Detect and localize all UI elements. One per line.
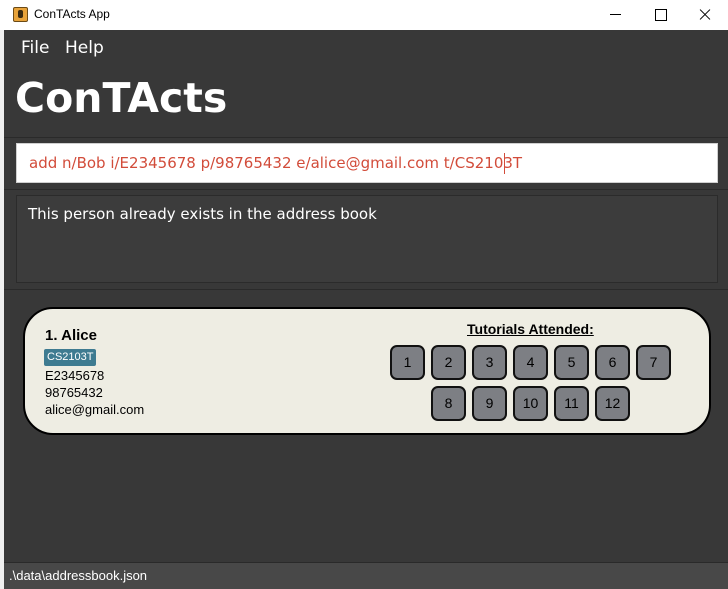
- window-title: ConTActs App: [34, 7, 110, 21]
- minimize-button[interactable]: [592, 0, 638, 30]
- tutorial-button-11[interactable]: 11: [554, 386, 589, 421]
- maximize-button[interactable]: [637, 0, 683, 30]
- app-icon: [13, 7, 28, 22]
- command-input[interactable]: [16, 143, 718, 183]
- person-name: 1. Alice: [45, 327, 97, 344]
- close-button[interactable]: [682, 0, 728, 30]
- tutorial-button-7[interactable]: 7: [636, 345, 671, 380]
- status-file-path: .\data\addressbook.json: [9, 568, 148, 583]
- tutorial-button-4[interactable]: 4: [513, 345, 548, 380]
- text-caret: [504, 153, 505, 174]
- tutorial-button-10[interactable]: 10: [513, 386, 548, 421]
- divider: [4, 189, 728, 190]
- tutorial-button-9[interactable]: 9: [472, 386, 507, 421]
- tutorial-button-2[interactable]: 2: [431, 345, 466, 380]
- tutorial-button-1[interactable]: 1: [390, 345, 425, 380]
- person-phone: 98765432: [45, 385, 103, 400]
- menu-help[interactable]: Help: [65, 38, 104, 58]
- tutorial-button-12[interactable]: 12: [595, 386, 630, 421]
- tutorial-button-3[interactable]: 3: [472, 345, 507, 380]
- divider: [4, 137, 728, 138]
- menu-bar: [4, 30, 728, 64]
- person-id: E2345678: [45, 368, 105, 383]
- tutorial-button-5[interactable]: 5: [554, 345, 589, 380]
- person-email: alice@gmail.com: [45, 402, 145, 417]
- result-message: This person already exists in the addres…: [28, 205, 377, 223]
- menu-file[interactable]: File: [21, 38, 49, 58]
- person-tag: CS2103T: [44, 349, 97, 366]
- app-heading: ConTActs: [15, 74, 228, 122]
- tutorials-heading: Tutorials Attended:: [467, 321, 594, 337]
- tutorial-button-6[interactable]: 6: [595, 345, 630, 380]
- tutorial-button-8[interactable]: 8: [431, 386, 466, 421]
